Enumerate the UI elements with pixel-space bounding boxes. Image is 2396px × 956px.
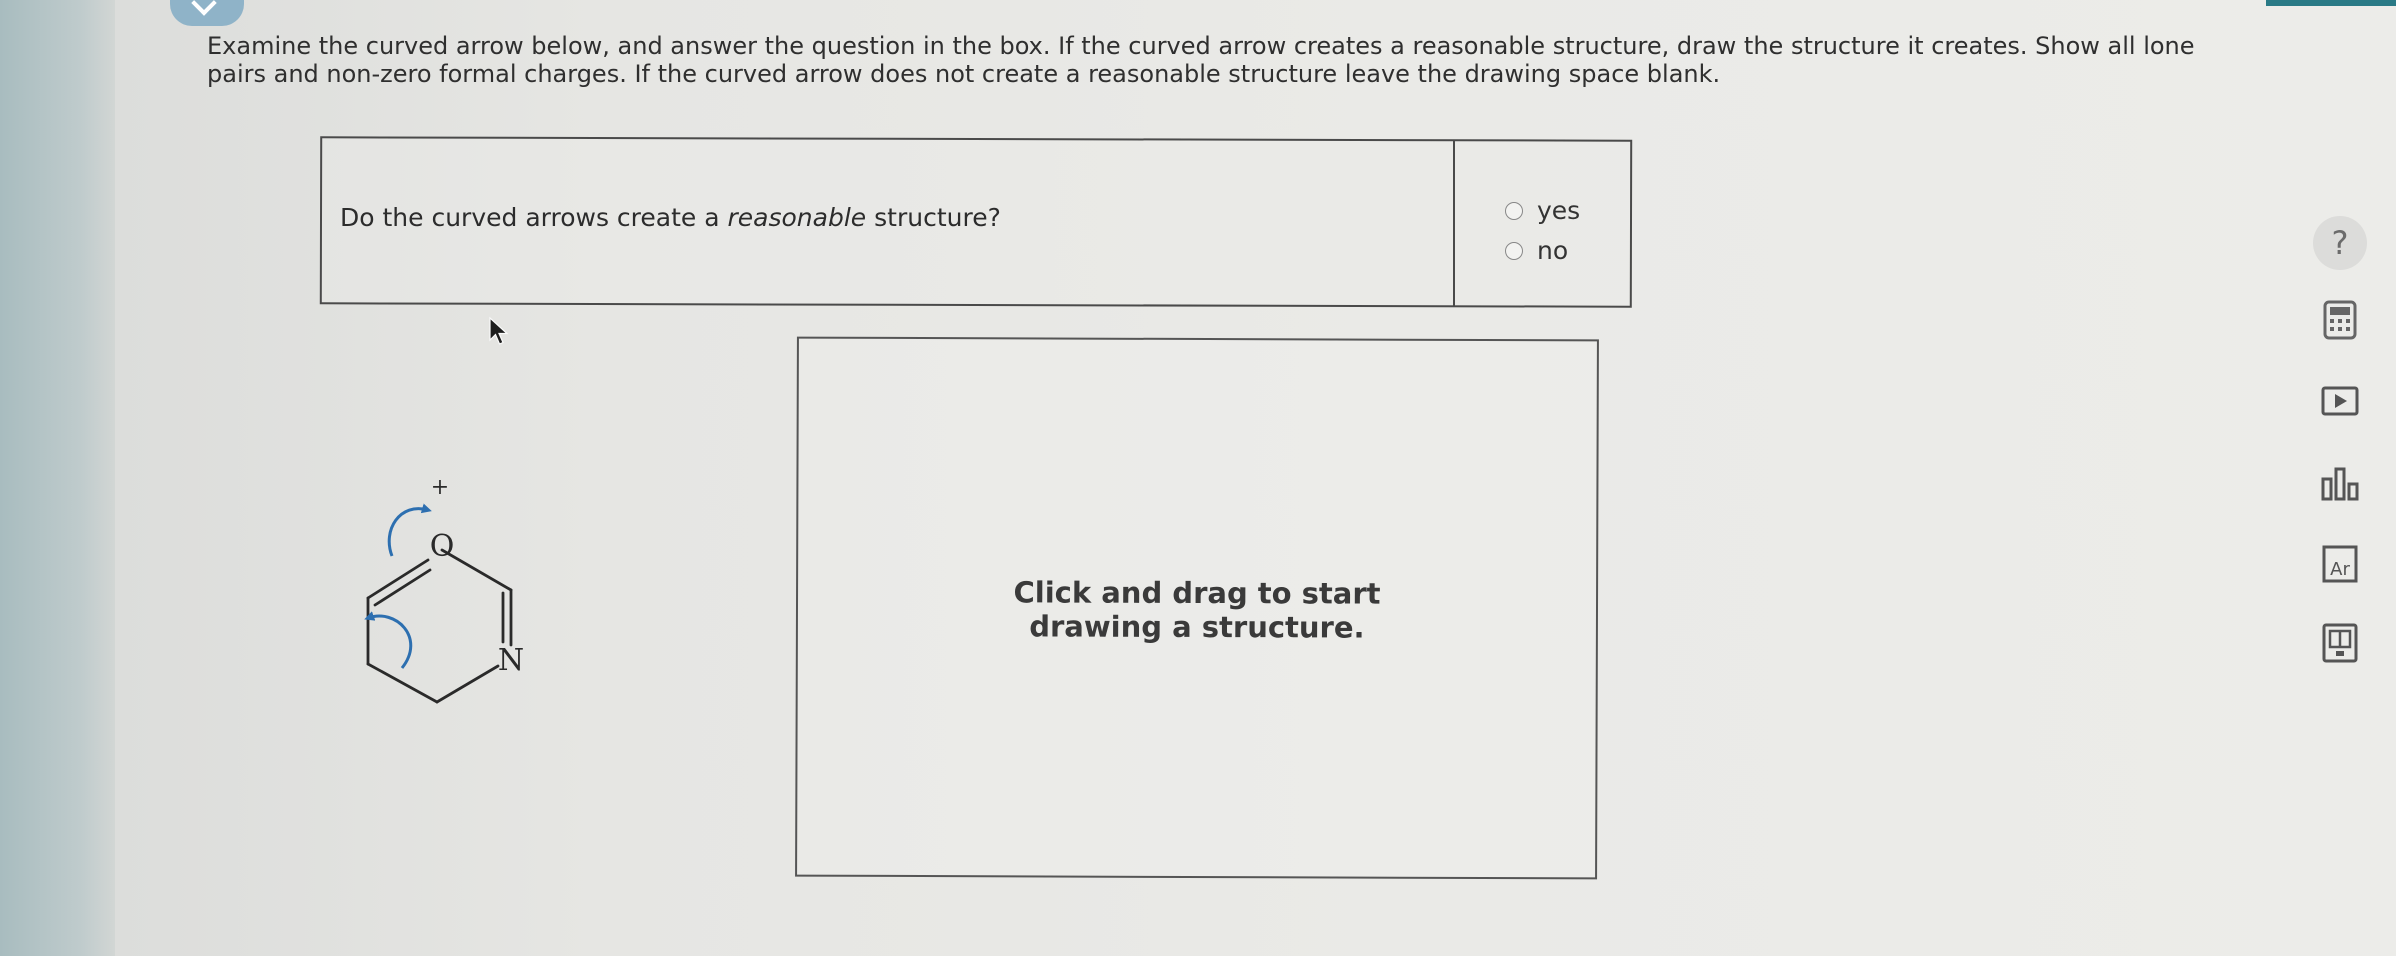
periodic-table-button[interactable]: Ar (2312, 536, 2368, 592)
collapse-tab[interactable] (170, 0, 244, 26)
video-button[interactable] (2312, 373, 2368, 429)
curved-arrow-2 (364, 611, 413, 669)
mouse-pointer-icon (489, 316, 509, 345)
left-margin (0, 0, 115, 956)
video-icon (2321, 386, 2359, 416)
drawing-canvas[interactable]: Click and drag to start drawing a struct… (795, 336, 1599, 880)
curved-arrow-1 (387, 503, 432, 557)
svg-text:Ar: Ar (2330, 559, 2350, 580)
help-icon: ? (2313, 216, 2367, 270)
textbook-icon (2322, 623, 2358, 663)
calculator-button[interactable] (2312, 292, 2368, 348)
nitrogen-atom: N (498, 643, 524, 678)
help-button[interactable]: ? (2312, 215, 2368, 271)
periodic-table-icon: Ar (2322, 545, 2358, 583)
formal-charge: + (431, 475, 449, 500)
molecule-diagram: O + N (364, 475, 524, 704)
option-no[interactable]: no (1505, 236, 1568, 265)
instructions-text: Examine the curved arrow below, and answ… (207, 32, 2195, 88)
option-no-label: no (1537, 236, 1569, 265)
data-button[interactable] (2312, 456, 2368, 512)
textbook-button[interactable] (2312, 615, 2368, 671)
question-text: Do the curved arrows create a reasonable… (340, 203, 1001, 232)
answer-divider (1453, 140, 1455, 306)
radio-yes[interactable] (1505, 201, 1523, 220)
bar-chart-icon (2321, 467, 2359, 501)
top-accent-bar (2266, 0, 2396, 6)
option-yes[interactable]: yes (1505, 196, 1580, 225)
question-emphasis: reasonable (727, 203, 867, 232)
option-yes-label: yes (1537, 196, 1581, 225)
ring-bonds (366, 548, 513, 704)
calculator-icon (2323, 300, 2357, 340)
radio-no[interactable] (1505, 241, 1523, 260)
chevron-down-icon (191, 0, 217, 16)
drawing-hint: Click and drag to start drawing a struct… (1013, 575, 1381, 645)
oxygen-atom: O (430, 529, 455, 564)
